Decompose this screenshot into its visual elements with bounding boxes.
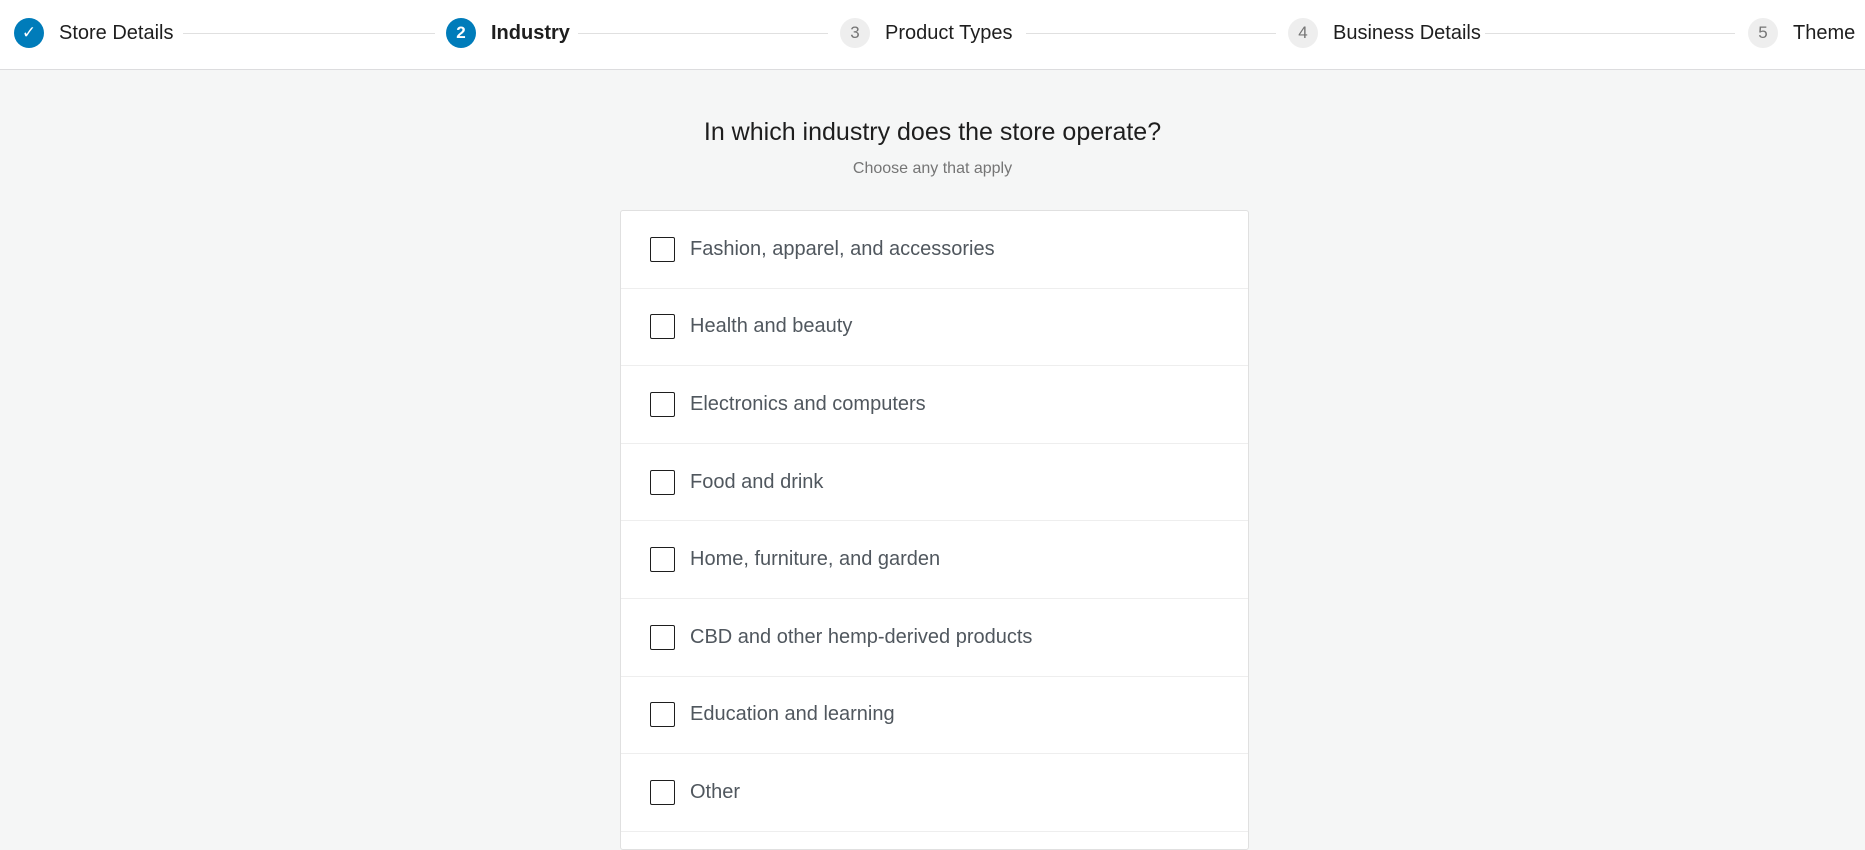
option-electronics[interactable]: Electronics and computers — [621, 366, 1248, 444]
checkbox[interactable] — [650, 547, 675, 573]
step-number: 5 — [1748, 18, 1778, 48]
checkbox[interactable] — [650, 779, 675, 805]
step-connector — [183, 33, 435, 34]
step-connector — [578, 33, 828, 34]
option-label: Health and beauty — [690, 315, 853, 338]
step-number: 2 — [446, 18, 476, 48]
step-connector — [1485, 33, 1735, 34]
checkbox[interactable] — [650, 702, 675, 728]
option-food-drink[interactable]: Food and drink — [621, 444, 1248, 522]
checkbox[interactable] — [650, 236, 675, 262]
step-number: 4 — [1288, 18, 1318, 48]
checkbox[interactable] — [650, 469, 675, 495]
step-product-types[interactable]: 3 Product Types — [840, 18, 1012, 48]
option-label: Fashion, apparel, and accessories — [690, 237, 995, 260]
option-label: Food and drink — [690, 470, 824, 493]
option-label: Home, furniture, and garden — [690, 548, 941, 571]
option-label: CBD and other hemp-derived products — [690, 625, 1033, 648]
step-label: Store Details — [59, 21, 174, 44]
option-education[interactable]: Education and learning — [621, 677, 1248, 755]
step-label: Business Details — [1333, 21, 1481, 44]
check-icon: ✓ — [14, 18, 44, 48]
step-label: Industry — [491, 21, 570, 44]
option-cbd[interactable]: CBD and other hemp-derived products — [621, 599, 1248, 677]
option-other[interactable]: Other — [621, 754, 1248, 832]
option-fashion[interactable]: Fashion, apparel, and accessories — [621, 211, 1248, 289]
page-title: In which industry does the store operate… — [703, 118, 1162, 146]
step-number: 3 — [840, 18, 870, 48]
checkbox[interactable] — [650, 624, 675, 650]
option-label: Electronics and computers — [690, 392, 926, 415]
step-theme[interactable]: 5 Theme — [1748, 18, 1855, 48]
step-connector — [1026, 33, 1276, 34]
option-health-beauty[interactable]: Health and beauty — [621, 289, 1248, 367]
checkbox[interactable] — [650, 314, 675, 340]
step-label: Theme — [1793, 21, 1856, 44]
step-business-details[interactable]: 4 Business Details — [1288, 18, 1481, 48]
step-store-details[interactable]: ✓ Store Details — [14, 18, 174, 48]
checkbox[interactable] — [650, 391, 675, 417]
step-label: Product Types — [885, 21, 1013, 44]
step-industry[interactable]: 2 Industry — [446, 18, 570, 48]
industry-options-card: Fashion, apparel, and accessories Health… — [620, 210, 1249, 850]
option-home-garden[interactable]: Home, furniture, and garden — [621, 521, 1248, 599]
option-label: Other — [690, 780, 741, 803]
page-subtitle: Choose any that apply — [852, 160, 1013, 177]
option-label: Education and learning — [690, 703, 895, 726]
setup-stepper: ✓ Store Details 2 Industry 3 Product Typ… — [0, 0, 1865, 70]
